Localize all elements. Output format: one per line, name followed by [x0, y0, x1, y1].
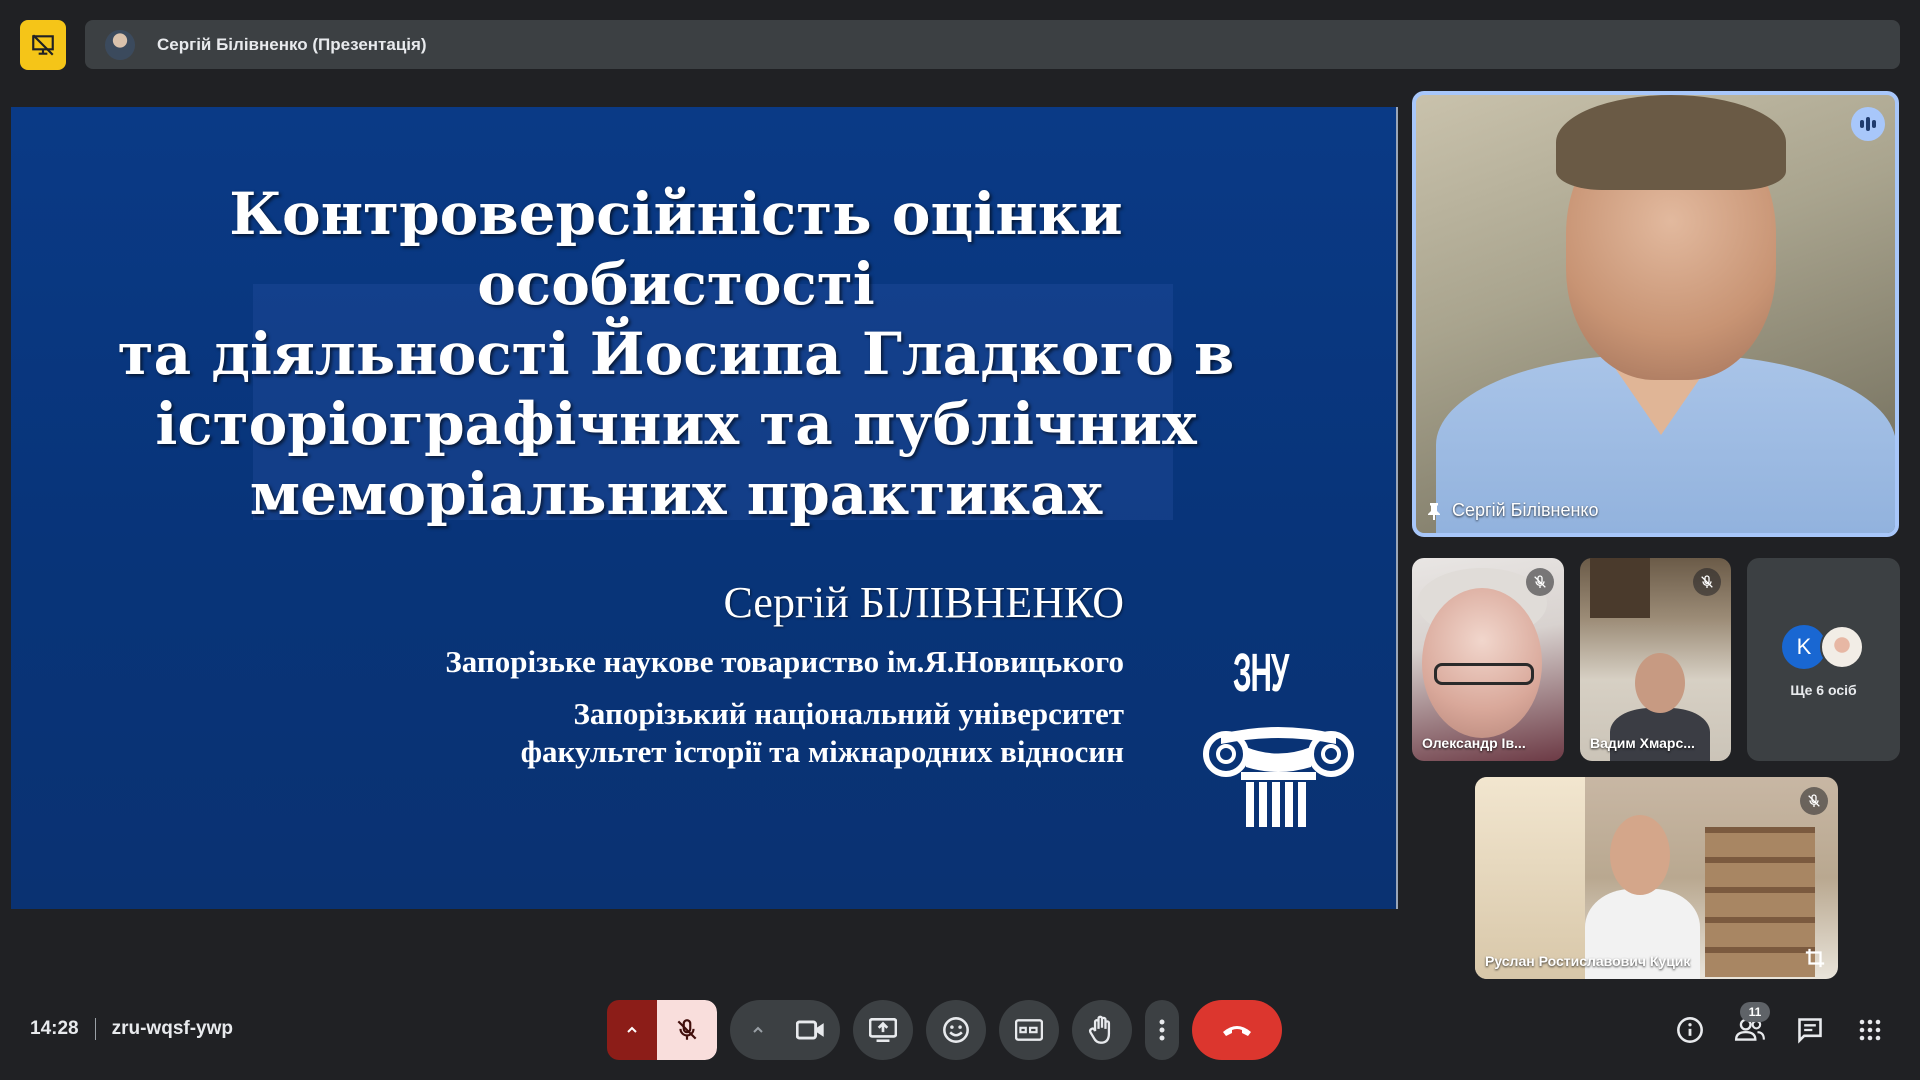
video-face: [1635, 653, 1685, 713]
captions-button[interactable]: [999, 1000, 1059, 1060]
pin-icon: [1428, 502, 1440, 520]
more-options-button[interactable]: [1145, 1000, 1179, 1060]
hand-icon: [1088, 1015, 1111, 1044]
participant-count-badge: 11: [1740, 1002, 1770, 1022]
participant-name-label: Сергій Білівненко: [1452, 500, 1599, 520]
presenter-avatar: [105, 29, 135, 60]
slide-title-line: меморіальних практиках: [249, 460, 1103, 528]
main-participant-tile[interactable]: Сергій Білівненко: [1412, 91, 1899, 537]
slide-title: Контроверсійність оцінки особистості та …: [51, 179, 1301, 529]
video-background-shelf: [1705, 827, 1815, 977]
presentation-off-icon: [32, 34, 54, 56]
apps-grid-icon: [1859, 1019, 1881, 1041]
emoji-icon: [943, 1017, 969, 1043]
clock-time: 14:28: [30, 1018, 79, 1039]
slide-faculty-name: факультет історії та міжнародних відноси…: [520, 734, 1124, 769]
reactions-button[interactable]: [926, 1000, 986, 1060]
slide-university: Запорізький національний університет фак…: [521, 695, 1124, 771]
slide-organization: Запорізьке наукове товариство ім.Я.Новиц…: [445, 644, 1124, 679]
mic-control-group: [607, 1000, 717, 1060]
presentation-slide: Контроверсійність оцінки особистості та …: [11, 107, 1396, 909]
participant-tile[interactable]: Олександр Ів...: [1412, 558, 1564, 761]
phone-hangup-icon: [1223, 1026, 1251, 1036]
participant-name-label: Вадим Хмарс...: [1590, 735, 1695, 751]
chat-button[interactable]: [1780, 1010, 1840, 1050]
stop-presenting-button[interactable]: [20, 20, 66, 70]
muted-mic-icon: [1800, 787, 1828, 815]
participant-name-label: Руслан Ростиславович Куцик: [1485, 953, 1691, 969]
divider: [94, 1018, 96, 1040]
video-background-shelf: [1590, 558, 1650, 618]
people-button[interactable]: 11: [1720, 1002, 1780, 1050]
slide-title-line: та діяльності Йосипа Гладкого в: [117, 320, 1235, 388]
meeting-code: zru-wqsf-ywp: [111, 1018, 233, 1039]
more-participants-label: Ще 6 осіб: [1790, 682, 1857, 698]
slide-title-line: історіографічних та публічних: [155, 390, 1197, 458]
meeting-details-button[interactable]: [1660, 1010, 1720, 1050]
znu-logo: ЗНУ: [1201, 642, 1356, 832]
more-participants-tile[interactable]: K Ще 6 осіб: [1747, 558, 1900, 761]
mic-off-icon: [677, 1019, 697, 1040]
participant-name-label: Олександр Ів...: [1422, 735, 1526, 751]
presentation-banner[interactable]: Сергій Білівненко (Презентація): [85, 20, 1900, 69]
speaking-indicator-icon: [1851, 107, 1885, 141]
present-screen-button[interactable]: [853, 1000, 913, 1060]
participant-tile[interactable]: Руслан Ростиславович Куцик: [1475, 777, 1838, 979]
microphone-toggle-button[interactable]: [657, 1000, 717, 1060]
more-participants-avatars: K: [1782, 625, 1864, 669]
crop-icon[interactable]: [1802, 945, 1828, 971]
video-face: [1610, 815, 1670, 895]
captions-icon: [1015, 1019, 1043, 1041]
side-panel-buttons: 11: [1660, 1002, 1900, 1050]
more-vert-icon: [1159, 1019, 1165, 1041]
camera-control-group: [730, 1000, 840, 1060]
presentation-title: Сергій Білівненко (Презентація): [157, 34, 427, 54]
audio-settings-button[interactable]: [607, 1000, 657, 1060]
ionic-column-icon: [1203, 727, 1354, 827]
video-glasses: [1434, 663, 1534, 685]
avatar: [1820, 625, 1864, 669]
muted-mic-icon: [1526, 568, 1554, 596]
participant-tile[interactable]: Вадим Хмарс...: [1580, 558, 1731, 761]
call-controls: [607, 1000, 1295, 1060]
video-background-window: [1475, 777, 1585, 979]
main-participant-name: Сергій Білівненко: [1426, 500, 1599, 521]
slide-author: Сергій БІЛІВНЕНКО: [723, 578, 1124, 627]
slide-divider: [1396, 107, 1398, 909]
chevron-up-icon[interactable]: [750, 1022, 766, 1038]
camera-icon[interactable]: [796, 1017, 826, 1043]
info-icon: [1677, 1017, 1703, 1043]
video-hair: [1556, 95, 1786, 190]
chevron-up-icon: [627, 1026, 637, 1033]
muted-mic-icon: [1693, 568, 1721, 596]
raise-hand-button[interactable]: [1072, 1000, 1132, 1060]
leave-call-button[interactable]: [1192, 1000, 1282, 1060]
chat-icon: [1798, 1018, 1822, 1044]
meeting-info: 14:28 zru-wqsf-ywp: [30, 1018, 233, 1040]
slide-title-line: Контроверсійність оцінки особистості: [229, 180, 1123, 318]
slide-university-name: Запорізький національний університет: [573, 696, 1125, 731]
present-screen-icon: [869, 1018, 897, 1042]
activities-button[interactable]: [1840, 1010, 1900, 1050]
